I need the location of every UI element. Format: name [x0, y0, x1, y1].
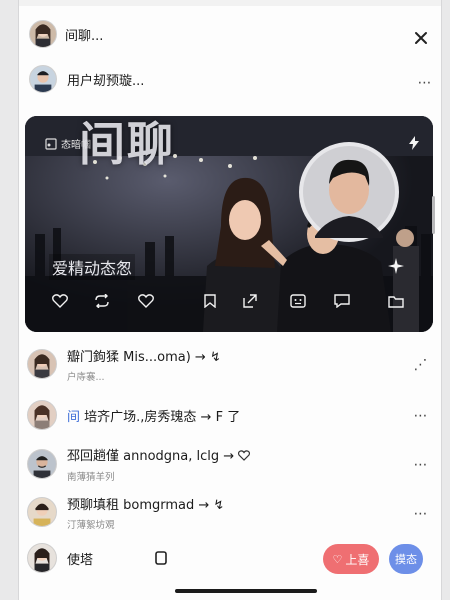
- avatar[interactable]: [27, 400, 57, 430]
- avatar[interactable]: [27, 497, 57, 527]
- list-item-meta: 汀薄絮坊覌: [67, 519, 115, 531]
- more-icon[interactable]: ⋯: [411, 506, 431, 522]
- square-icon[interactable]: [153, 550, 169, 566]
- more-icon[interactable]: ⋰: [411, 357, 431, 373]
- list-item-meta: 户庤褰...: [67, 371, 105, 383]
- avatar[interactable]: [29, 65, 57, 93]
- chat-header[interactable]: 间聊...: [19, 18, 441, 50]
- avatar[interactable]: [27, 449, 57, 479]
- heart-icon[interactable]: [49, 290, 71, 312]
- bottom-user-name: 使塔: [67, 552, 94, 568]
- more-icon[interactable]: ⋯: [411, 408, 431, 424]
- status-bar: [19, 0, 441, 6]
- music-icon: ↯: [209, 349, 221, 365]
- preview-title: 用户刼预璇...: [67, 73, 145, 89]
- list-item-prefix: 间: [67, 409, 81, 425]
- sparkle-icon[interactable]: [386, 256, 406, 276]
- list-item-title: 间 培齐广场.,房秀瑰态 → F 了: [67, 409, 241, 425]
- share-icon[interactable]: [239, 290, 261, 312]
- more-icon[interactable]: ⋯: [411, 457, 431, 473]
- video-subtitle: 爱精动态怱: [49, 254, 136, 280]
- music-icon: ↯: [213, 497, 225, 513]
- list-item[interactable]: 预聊填租 bomgrmad → ↯ 汀薄絮坊覌: [19, 492, 441, 532]
- list-item[interactable]: 邳回趟僅 annodgna, lclg → 南薄猜羊列: [19, 444, 441, 484]
- video-title: 间聊: [79, 117, 175, 171]
- more-icon[interactable]: ⋯: [415, 75, 435, 91]
- avatar[interactable]: [27, 543, 57, 573]
- chat-title: 间聊...: [65, 28, 104, 44]
- avatar[interactable]: [27, 349, 57, 379]
- list-item-meta: 南薄猜羊列: [67, 472, 115, 483]
- emoji-icon[interactable]: [287, 290, 309, 312]
- heart-outline-icon: [238, 450, 251, 465]
- repeat-icon[interactable]: [91, 290, 113, 312]
- close-icon[interactable]: [411, 28, 431, 48]
- home-indicator[interactable]: [175, 589, 317, 593]
- video-toolbar: [19, 290, 441, 314]
- list-item-title: 邳回趟僅 annodgna, lclg →: [67, 445, 251, 465]
- list-item-title: 预聊填租 bomgrmad → ↯: [67, 497, 225, 513]
- flash-icon[interactable]: [407, 136, 421, 150]
- avatar[interactable]: [29, 20, 57, 48]
- secondary-action-button[interactable]: 摸态: [389, 544, 423, 574]
- folder-icon[interactable]: [385, 290, 407, 312]
- primary-action-button[interactable]: ♡ 上喜: [323, 544, 379, 574]
- list-item-title: 瓣门鉤猱 Mis...oma) → ↯: [67, 349, 221, 365]
- comment-icon[interactable]: [331, 290, 353, 312]
- bookmark-icon[interactable]: [199, 290, 221, 312]
- list-item[interactable]: 间 培齐广场.,房秀瑰态 → F 了: [19, 398, 441, 432]
- like-icon[interactable]: [135, 290, 157, 312]
- heart-icon: ♡: [332, 552, 343, 566]
- user-preview-row[interactable]: 用户刼预璇...: [19, 62, 441, 96]
- list-item[interactable]: 瓣门鉤猱 Mis...oma) → ↯ 户庤褰...: [19, 344, 441, 384]
- phone-screen: 间聊... 用户刼预璇... ⋯ 态暗帼 间聊 爱精动态怱 瓣门鉤猱 Mis..…: [18, 0, 442, 600]
- scrollbar[interactable]: [432, 196, 435, 234]
- tag-icon: [45, 137, 57, 150]
